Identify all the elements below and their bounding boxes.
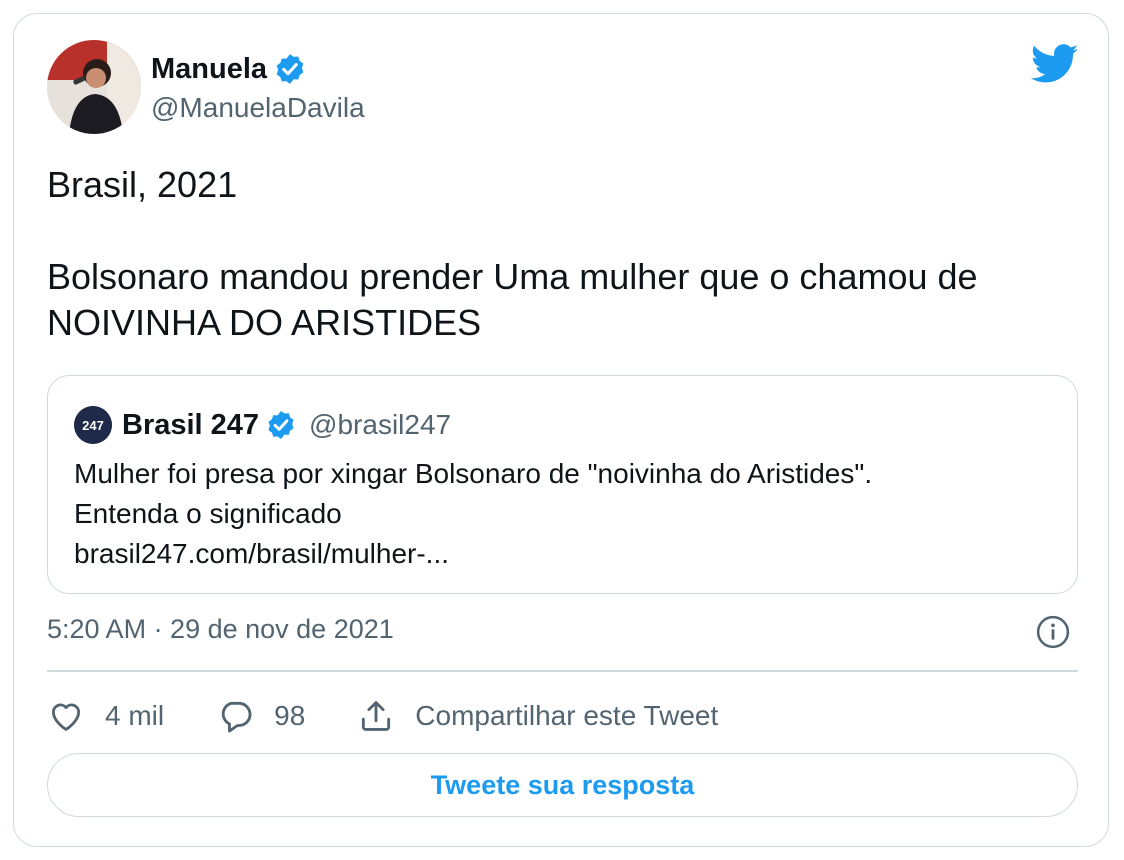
quoted-author-name: Brasil 247	[122, 408, 260, 441]
quoted-tweet-text: Mulher foi presa por xingar Bolsonaro de…	[74, 458, 873, 569]
quoted-author-avatar: 247	[74, 406, 112, 444]
verified-badge-icon	[276, 54, 304, 84]
reply-bubble-icon	[221, 701, 252, 733]
author-handle[interactable]: @ManuelaDavila	[151, 92, 365, 124]
twitter-bird-icon[interactable]	[1031, 44, 1079, 84]
info-icon[interactable]	[1036, 615, 1070, 649]
reply-count: 98	[274, 700, 306, 731]
svg-text:247: 247	[82, 418, 104, 433]
author-name-row: Manuela	[151, 52, 307, 86]
author-name[interactable]: Manuela	[151, 53, 267, 86]
heart-icon	[51, 703, 81, 731]
author-avatar[interactable]	[47, 40, 141, 134]
quoted-author-row: Brasil 247 @brasil247	[122, 405, 451, 445]
like-button[interactable]: 4 mil	[47, 697, 164, 735]
like-count: 4 mil	[105, 700, 165, 731]
tweet-text: Brasil, 2021 Bolsonaro mandou prender Um…	[47, 164, 978, 343]
action-bar: 4 mil 98 Compartilhar este Tweet	[47, 694, 770, 738]
tweet-card: Manuela @ManuelaDavila Brasil, 2021 Bols…	[13, 13, 1109, 847]
quoted-author-handle: @brasil247	[309, 409, 452, 440]
share-button[interactable]: Compartilhar este Tweet	[357, 697, 718, 735]
quoted-tweet[interactable]: 247 Brasil 247 @brasil247 Mulher foi pre…	[47, 375, 1078, 594]
verified-badge-icon	[268, 411, 294, 439]
divider	[47, 670, 1078, 672]
share-label: Compartilhar este Tweet	[415, 700, 719, 731]
share-icon	[362, 701, 391, 731]
tweet-timestamp[interactable]: 5:20 AM · 29 de nov de 2021	[47, 614, 394, 645]
tweet-reply-button[interactable]: Tweete sua resposta	[47, 753, 1078, 817]
reply-button[interactable]: 98	[216, 697, 305, 735]
